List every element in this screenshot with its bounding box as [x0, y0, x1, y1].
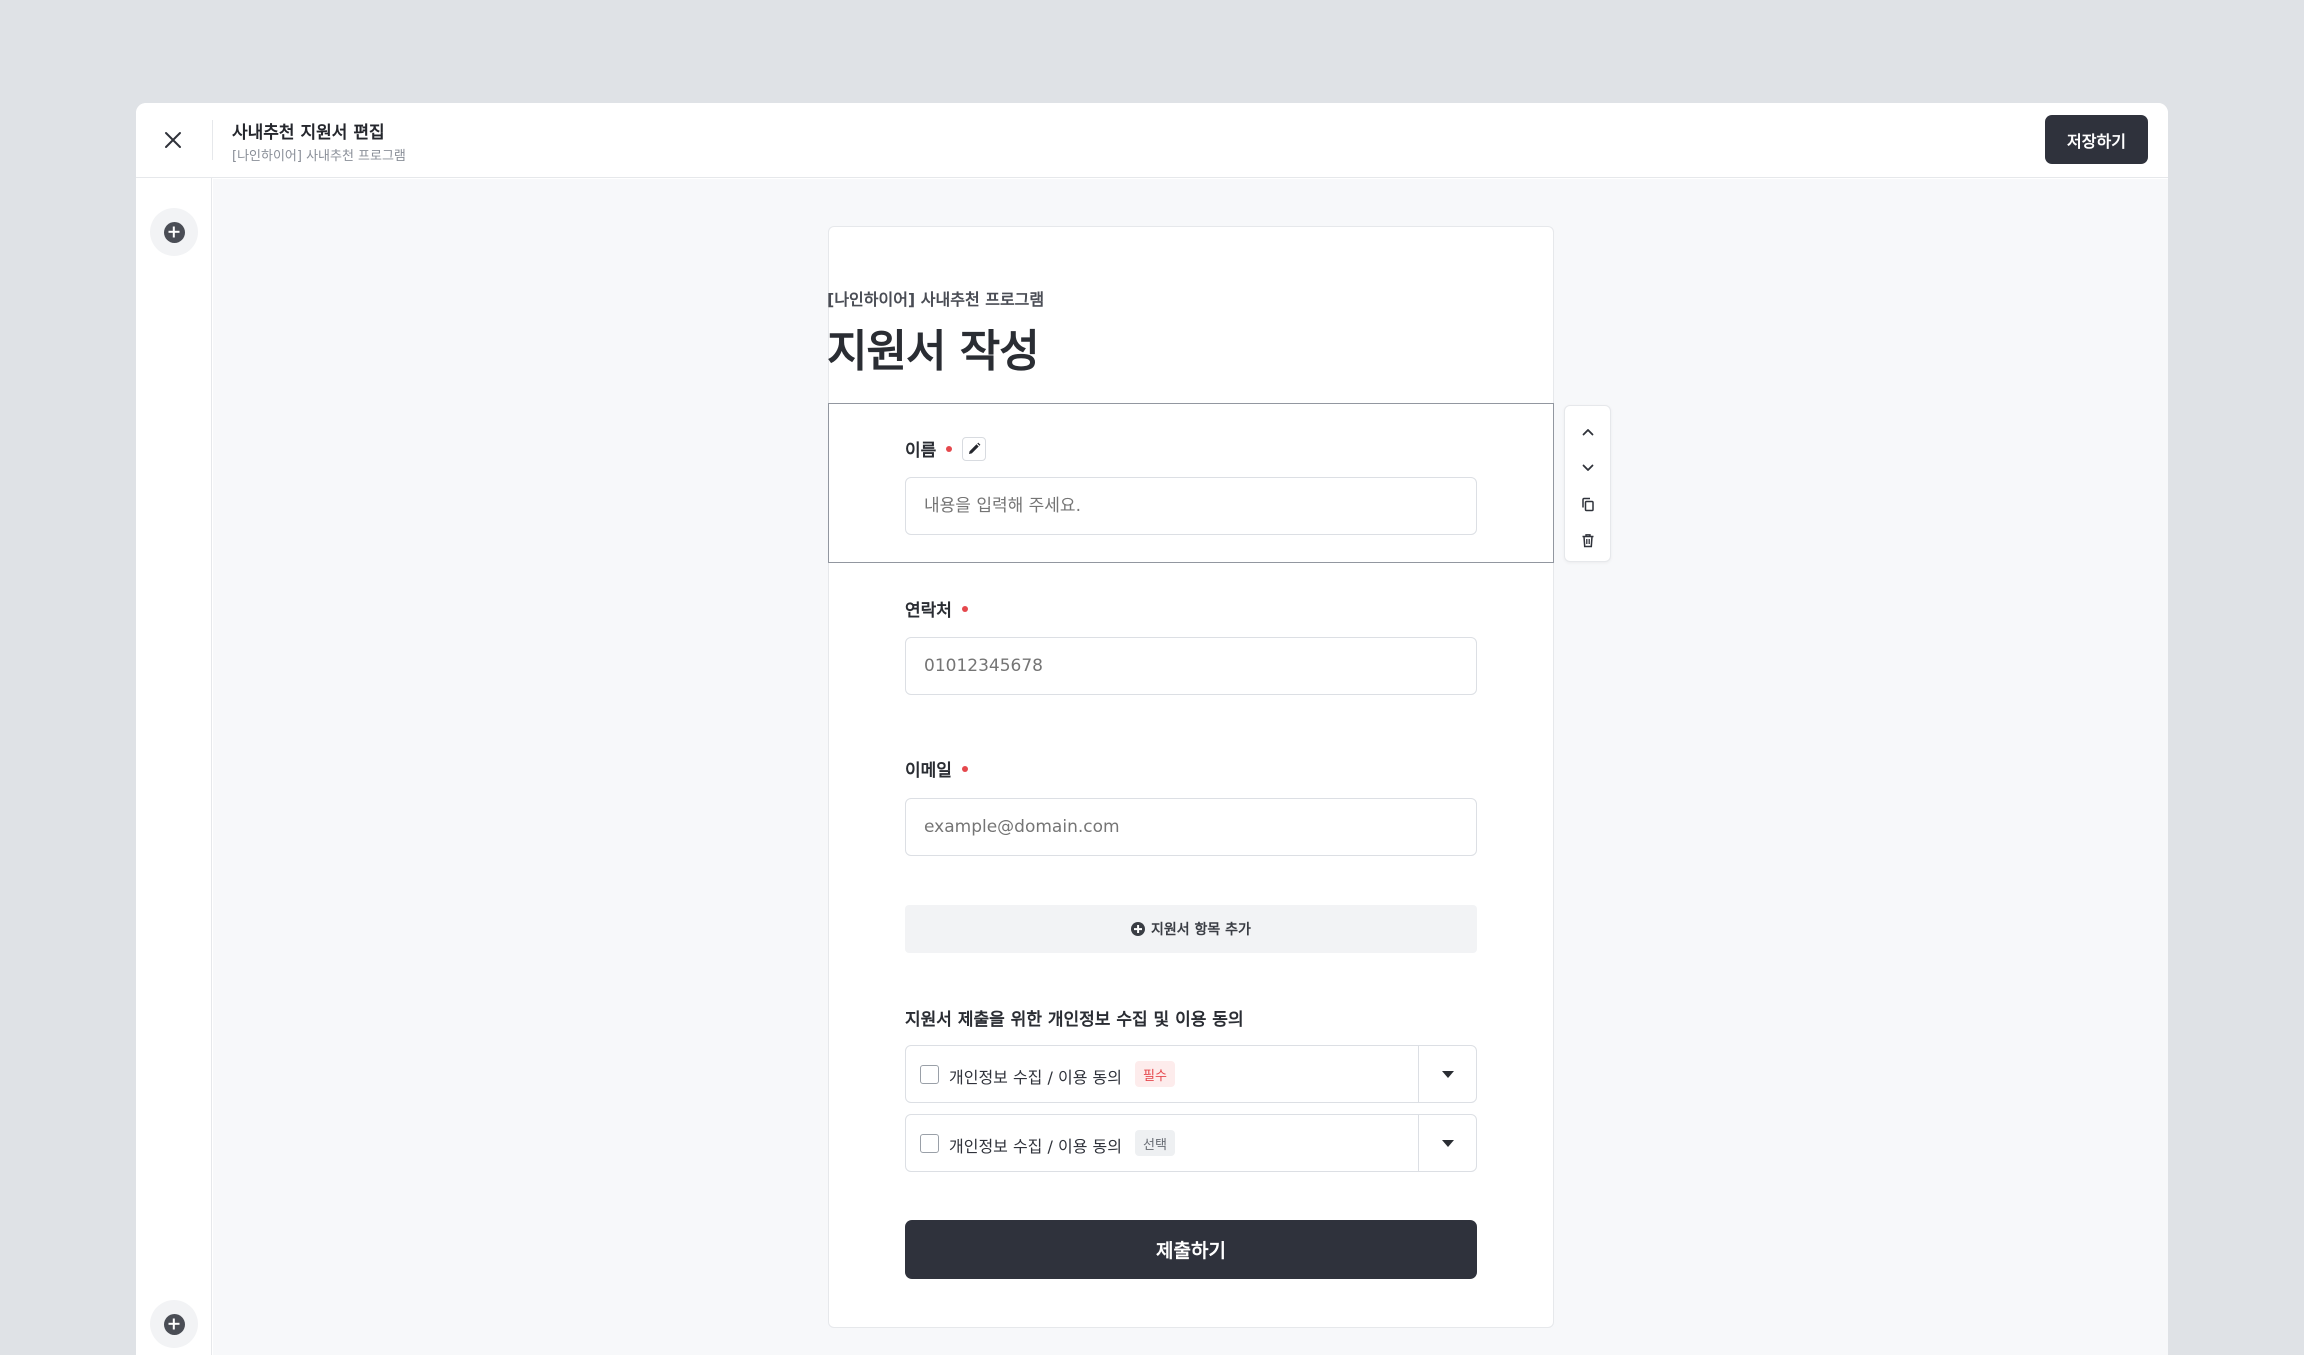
page-title: 사내추천 지원서 편집: [232, 123, 385, 143]
phone-input[interactable]: [905, 637, 1477, 695]
plus-circle-icon: [1131, 922, 1146, 936]
page-subtitle: [나인하이어] 사내추천 프로그램: [232, 149, 406, 164]
plus-circle-icon: [163, 1313, 185, 1335]
required-dot: [946, 445, 953, 452]
field-label-text: 이메일: [905, 761, 952, 781]
chevron-up-icon: [1582, 429, 1593, 436]
caret-down-icon: [1441, 1070, 1454, 1078]
expand-consent-button[interactable]: [1419, 1046, 1476, 1102]
close-icon: [165, 132, 181, 148]
consent-title: 지원서 제출을 위한 개인정보 수집 및 이용 동의: [905, 1010, 1244, 1030]
copy-icon: [1581, 497, 1594, 511]
trash-icon: [1582, 533, 1593, 547]
sidebar-add-button-bottom[interactable]: [150, 1300, 198, 1348]
form-overline: [나인하이어] 사내추천 프로그램: [827, 290, 1045, 309]
chevron-down-icon: [1582, 464, 1593, 471]
consent-checkbox-required[interactable]: [920, 1065, 939, 1084]
field-label-name: 이름: [905, 436, 987, 461]
delete-button[interactable]: [1572, 522, 1604, 558]
edit-label-button[interactable]: [962, 436, 987, 461]
optional-badge: 선택: [1135, 1130, 1175, 1156]
move-down-button[interactable]: [1572, 450, 1604, 486]
required-badge: 필수: [1135, 1061, 1175, 1087]
required-dot: [961, 605, 968, 612]
expand-consent-button[interactable]: [1419, 1115, 1476, 1171]
submit-button[interactable]: 제출하기: [905, 1220, 1477, 1279]
form-title: 지원서 작성: [827, 326, 1040, 377]
field-label-text: 연락처: [905, 601, 952, 621]
sidebar: [136, 178, 212, 1355]
plus-circle-icon: [163, 221, 185, 243]
field-label-email: 이메일: [905, 756, 968, 781]
field-label-phone: 연락처: [905, 596, 968, 621]
required-dot: [961, 765, 968, 772]
name-input[interactable]: [905, 477, 1477, 535]
header: 사내추천 지원서 편집 [나인하이어] 사내추천 프로그램 저장하기: [136, 103, 2168, 178]
sidebar-add-button-top[interactable]: [150, 208, 198, 256]
pencil-icon: [969, 442, 981, 454]
duplicate-button[interactable]: [1572, 486, 1604, 522]
header-divider: [212, 120, 213, 160]
add-field-button[interactable]: 지원서 항목 추가: [905, 905, 1477, 953]
field-toolbar: [1564, 405, 1611, 562]
consent-row-required: 개인정보 수집 / 이용 동의 필수: [905, 1045, 1477, 1103]
consent-label: 개인정보 수집 / 이용 동의: [949, 1068, 1122, 1087]
consent-checkbox-optional[interactable]: [920, 1134, 939, 1153]
caret-down-icon: [1441, 1139, 1454, 1147]
move-up-button[interactable]: [1572, 414, 1604, 450]
email-input[interactable]: [905, 798, 1477, 856]
consent-label: 개인정보 수집 / 이용 동의: [949, 1137, 1122, 1156]
save-button[interactable]: 저장하기: [2045, 115, 2148, 164]
consent-row-optional: 개인정보 수집 / 이용 동의 선택: [905, 1114, 1477, 1172]
add-field-label: 지원서 항목 추가: [1151, 922, 1251, 938]
close-button[interactable]: [158, 125, 188, 155]
field-label-text: 이름: [905, 441, 937, 461]
